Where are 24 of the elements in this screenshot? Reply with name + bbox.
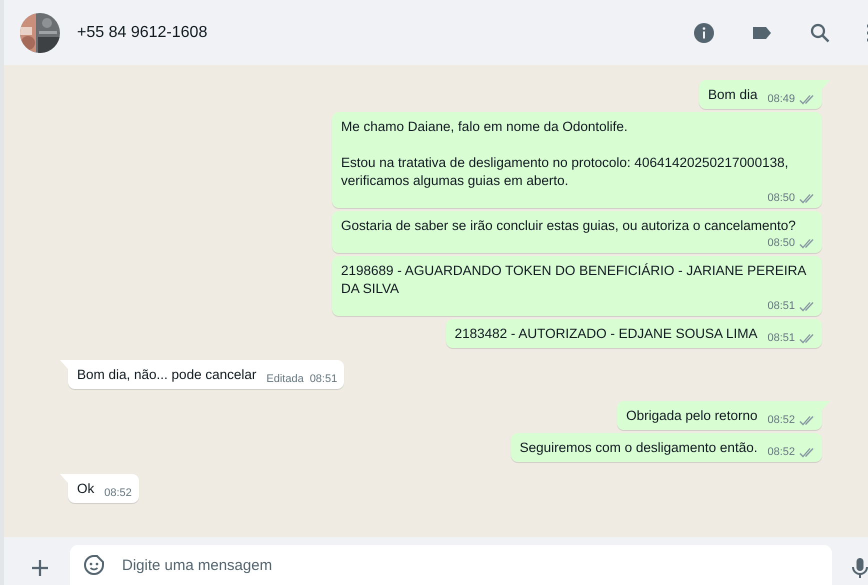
message-text: Bom dia, não... pode cancelar bbox=[77, 366, 256, 384]
contact-name[interactable]: +55 84 9612-1608 bbox=[77, 24, 208, 42]
message-text: Ok bbox=[77, 480, 94, 498]
message-time: 08:52 bbox=[767, 446, 795, 459]
message-text: Gostaria de saber se irão concluir estas guias, ou autoriza o cancelamento? bbox=[341, 217, 796, 235]
message-input[interactable]: Digite uma mensagem bbox=[120, 556, 820, 574]
message-text: Obrigada pelo retorno bbox=[626, 407, 758, 425]
message-time: 08:50 bbox=[767, 237, 795, 250]
message-time: 08:49 bbox=[767, 93, 795, 106]
message-text: Bom dia bbox=[708, 86, 758, 104]
message-time: 08:50 bbox=[767, 192, 795, 205]
info-icon[interactable] bbox=[692, 20, 716, 44]
message-time: 08:51 bbox=[310, 373, 338, 386]
message-text: Me chamo Daiane, falo em nome da Odontolife. Estou na tratativa de desligamento no protocolo: 40641420250217000138, verificamos algumas guias em aberto. bbox=[341, 118, 790, 190]
message-text: 2183482 - AUTORIZADO - EDJANE SOUSA LIMA bbox=[454, 325, 758, 343]
message-time: 08:52 bbox=[104, 487, 132, 500]
edited-label: Editada bbox=[266, 373, 304, 386]
message-time: 08:51 bbox=[767, 300, 795, 313]
sticker-icon[interactable] bbox=[82, 553, 106, 577]
message-field[interactable]: Digite uma mensagem bbox=[70, 545, 832, 585]
message-time: 08:52 bbox=[767, 414, 795, 427]
message-text: Seguiremos com o desligamento então. bbox=[520, 439, 758, 457]
message-time: 08:51 bbox=[767, 332, 795, 345]
message-text: 2198689 - AGUARDANDO TOKEN DO BENEFICIÁRIO - JARIANE PEREIRA DA SILVA bbox=[341, 262, 808, 298]
